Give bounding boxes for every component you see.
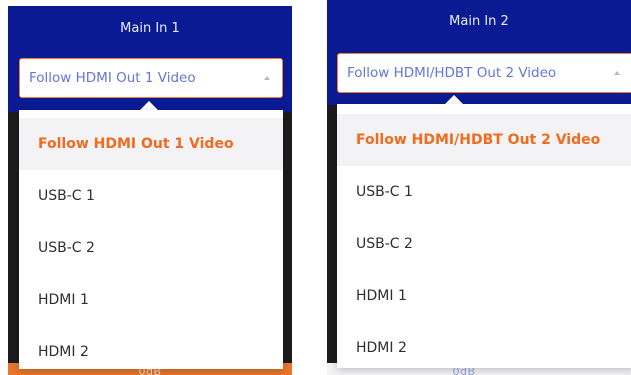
panel-title: Main In 2 <box>449 14 509 29</box>
option-usb-c-1[interactable]: USB-C 1 <box>337 166 631 218</box>
option-hdmi-1[interactable]: HDMI 1 <box>337 270 631 322</box>
option-follow-hdmi-hdbt-out-2-video[interactable]: Follow HDMI/HDBT Out 2 Video <box>337 114 631 166</box>
option-hdmi-1[interactable]: HDMI 1 <box>19 274 283 326</box>
main-in-2-video-select[interactable]: Follow HDMI/HDBT Out 2 Video <box>337 53 631 93</box>
video-source-dropdown: Follow HDMI/HDBT Out 2 Video USB-C 1 USB… <box>337 104 631 368</box>
main-in-1-video-select[interactable]: Follow HDMI Out 1 Video <box>19 58 283 98</box>
select-value: Follow HDMI/HDBT Out 2 Video <box>347 65 557 81</box>
select-value: Follow HDMI Out 1 Video <box>29 70 196 86</box>
main-in-1-panel: Main In 1 0dB Follow HDMI Out 1 Video Fo… <box>8 6 292 375</box>
option-follow-hdmi-out-1-video[interactable]: Follow HDMI Out 1 Video <box>19 118 283 170</box>
option-hdmi-2[interactable]: HDMI 2 <box>19 326 283 369</box>
caret-up-icon[interactable] <box>264 76 270 80</box>
main-in-2-panel: Main In 2 0dB Follow HDMI/HDBT Out 2 Vid… <box>327 0 631 375</box>
dropdown-pointer <box>140 101 158 110</box>
panel-title: Main In 1 <box>120 21 180 36</box>
video-source-dropdown: Follow HDMI Out 1 Video USB-C 1 USB-C 2 … <box>19 110 283 369</box>
option-usb-c-1[interactable]: USB-C 1 <box>19 170 283 222</box>
option-usb-c-2[interactable]: USB-C 2 <box>19 222 283 274</box>
dropdown-pointer <box>445 95 463 104</box>
caret-up-icon[interactable] <box>614 71 620 75</box>
option-hdmi-2[interactable]: HDMI 2 <box>337 322 631 368</box>
option-usb-c-2[interactable]: USB-C 2 <box>337 218 631 270</box>
